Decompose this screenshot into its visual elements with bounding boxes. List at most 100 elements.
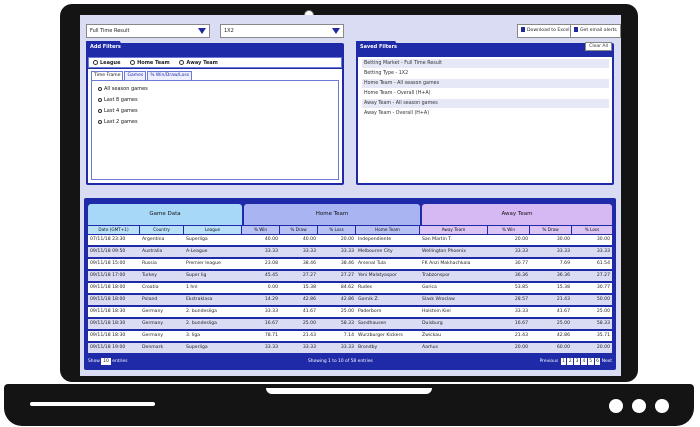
col-away-team[interactable]: Away Team bbox=[420, 226, 488, 234]
tab-games[interactable]: Games bbox=[124, 71, 147, 80]
table-cell: 21.43 bbox=[514, 333, 528, 338]
radio-icon bbox=[98, 87, 102, 91]
table-row[interactable]: 09/11/18 17:00 Turkey Super lig 45.45 27.27 2… bbox=[88, 271, 612, 281]
col-away-draw[interactable]: % Draw bbox=[530, 226, 572, 234]
tab-win-draw-loss[interactable]: % Win/Draw/Loss bbox=[147, 71, 193, 80]
page-1-button[interactable]: 1 bbox=[560, 358, 567, 365]
page-4-button[interactable]: 4 bbox=[580, 358, 587, 365]
table-cell: 30.77 bbox=[596, 285, 610, 290]
table-cell: Wurzburger Kickers bbox=[358, 333, 403, 338]
option-last-8[interactable]: Last 8 games bbox=[98, 95, 332, 106]
market-select[interactable]: Full Time Result bbox=[86, 24, 210, 38]
table-cell: 50.00 bbox=[596, 297, 610, 302]
page-5-button[interactable]: 5 bbox=[587, 358, 594, 365]
radio-away-team[interactable]: Away Team bbox=[179, 60, 218, 66]
table-cell: Paderborn bbox=[358, 309, 382, 314]
table-row[interactable]: 09/11/18 18:30 Germany 3. liga 78.71 21.43 7.… bbox=[88, 331, 612, 341]
table-cell: 09/11/18 18:30 bbox=[90, 321, 126, 326]
saved-filter-item[interactable]: Away Team - All season games bbox=[362, 99, 609, 108]
table-cell: 61.54 bbox=[596, 261, 610, 266]
radio-home-team[interactable]: Home Team bbox=[130, 60, 170, 66]
saved-filter-item[interactable]: Betting Type - 1X2 bbox=[362, 69, 609, 78]
entries-select[interactable]: 10 bbox=[101, 358, 111, 365]
table-row[interactable]: 07/11/18 23:30 Argentina Superliga 40.00 40.… bbox=[88, 235, 612, 245]
saved-filters-panel: Saved Filters Clear All Betting Market -… bbox=[356, 41, 614, 185]
laptop-base bbox=[4, 384, 694, 426]
radio-label: Home Team bbox=[137, 60, 170, 66]
saved-filter-item[interactable]: Home Team - All season games bbox=[362, 79, 609, 88]
table-row[interactable]: 09/11/18 18:00 Croatia 1 hnl 0.00 15.38 84.62… bbox=[88, 283, 612, 293]
table-cell: 33.33 bbox=[514, 309, 528, 314]
table-row[interactable]: 09/11/18 18:00 Poland Ekstraklasa 14.29 42.8… bbox=[88, 295, 612, 305]
table-cell: 1 hnl bbox=[186, 285, 198, 290]
table-row[interactable]: 09/11/18 15:00 Russia Premier league 23.08 3… bbox=[88, 259, 612, 269]
table-cell: 09/11/18 17:00 bbox=[90, 273, 126, 278]
saved-filter-item[interactable]: Betting Market - Full Time Result bbox=[362, 59, 609, 68]
col-country[interactable]: Country bbox=[140, 226, 184, 234]
table-cell: 14.29 bbox=[264, 297, 278, 302]
table-cell: Denmark bbox=[142, 345, 164, 350]
radio-icon bbox=[98, 109, 102, 113]
table-cell: 38.46 bbox=[340, 261, 354, 266]
col-league[interactable]: League bbox=[184, 226, 242, 234]
email-alerts-button[interactable]: Get email alerts bbox=[570, 24, 621, 38]
base-underline bbox=[30, 402, 155, 406]
page-3-button[interactable]: 3 bbox=[574, 358, 580, 365]
saved-filter-item[interactable]: Home Team - Overall (H+A) bbox=[362, 89, 609, 98]
table-cell: Duisburg bbox=[422, 321, 443, 326]
option-last-4[interactable]: Last 4 games bbox=[98, 106, 332, 117]
table-cell: 33.33 bbox=[302, 345, 316, 350]
table-cell: 09/11/18 18:00 bbox=[90, 285, 126, 290]
col-home-team[interactable]: Home Team bbox=[356, 226, 420, 234]
scope-radio-bar: League Home Team Away Team bbox=[88, 57, 342, 68]
type-select[interactable]: 1X2 bbox=[220, 24, 344, 38]
radio-icon bbox=[93, 60, 98, 65]
download-excel-button[interactable]: Download to Excel bbox=[517, 24, 574, 38]
table-cell: Superliga bbox=[186, 345, 208, 350]
tab-time-frame[interactable]: Time Frame bbox=[91, 71, 124, 80]
table-cell: Yeni Malatyaspor bbox=[358, 273, 397, 278]
table-cell: Super lig bbox=[186, 273, 207, 278]
app-screen: Full Time Result 1X2 Download to Excel G… bbox=[80, 15, 621, 376]
col-home-win[interactable]: % Win bbox=[242, 226, 280, 234]
option-label: Last 4 games bbox=[104, 108, 138, 114]
table-row[interactable]: 09/11/18 18:30 Germany 2. bundesliga 16.67 2… bbox=[88, 319, 612, 329]
table-cell: 33.33 bbox=[302, 249, 316, 254]
table-row[interactable]: 09/11/18 19:00 Denmark Superliga 33.33 33.33… bbox=[88, 343, 612, 353]
table-cell: 27.27 bbox=[302, 273, 316, 278]
option-all-season[interactable]: All season games bbox=[98, 84, 332, 95]
previous-button[interactable]: Previous bbox=[540, 359, 559, 364]
download-icon bbox=[521, 27, 525, 32]
table-row[interactable]: 09/11/18 18:30 Germany 2. bundesliga 33.33 4… bbox=[88, 307, 612, 317]
table-cell: Slask Wroclaw bbox=[422, 297, 455, 302]
col-home-loss[interactable]: % Loss bbox=[318, 226, 356, 234]
page-2-button[interactable]: 2 bbox=[567, 358, 574, 365]
page-6-button[interactable]: 6 bbox=[594, 358, 601, 365]
col-away-loss[interactable]: % Loss bbox=[572, 226, 612, 234]
table-cell: 78.71 bbox=[264, 333, 278, 338]
option-label: Last 2 games bbox=[104, 119, 138, 125]
radio-icon bbox=[179, 60, 185, 65]
table-cell: 16.67 bbox=[514, 321, 528, 326]
table-row[interactable]: 09/11/18 09:50 Australia A-League 33.33 33.3… bbox=[88, 247, 612, 257]
table-cell: 09/11/18 19:00 bbox=[90, 345, 126, 350]
radio-league[interactable]: League bbox=[93, 60, 120, 66]
market-select-value: Full Time Result bbox=[90, 28, 130, 34]
table-cell: Germany bbox=[142, 333, 164, 338]
table-cell: 42.86 bbox=[340, 297, 354, 302]
table-cell: Aarhus bbox=[422, 345, 438, 350]
table-cell: 7.14 bbox=[343, 333, 354, 338]
next-button[interactable]: Next bbox=[602, 359, 612, 364]
col-home-draw[interactable]: % Draw bbox=[280, 226, 318, 234]
table-cell: 09/11/18 18:30 bbox=[90, 333, 126, 338]
col-away-win[interactable]: % Win bbox=[488, 226, 530, 234]
clear-all-button[interactable]: Clear All bbox=[585, 42, 612, 51]
filter-tabs: Time Frame Games% Win/Draw/Loss bbox=[91, 71, 193, 80]
table-cell: 84.62 bbox=[340, 285, 354, 290]
col-date[interactable]: Date (GMT+1) bbox=[88, 226, 140, 234]
table-cell: Arsenal Tula bbox=[358, 261, 386, 266]
table-cell: 20.00 bbox=[514, 345, 528, 350]
table-cell: Argentina bbox=[142, 237, 165, 242]
saved-filter-item[interactable]: Away Team - Overall (H+A) bbox=[362, 109, 609, 118]
option-last-2[interactable]: Last 2 games bbox=[98, 117, 332, 128]
